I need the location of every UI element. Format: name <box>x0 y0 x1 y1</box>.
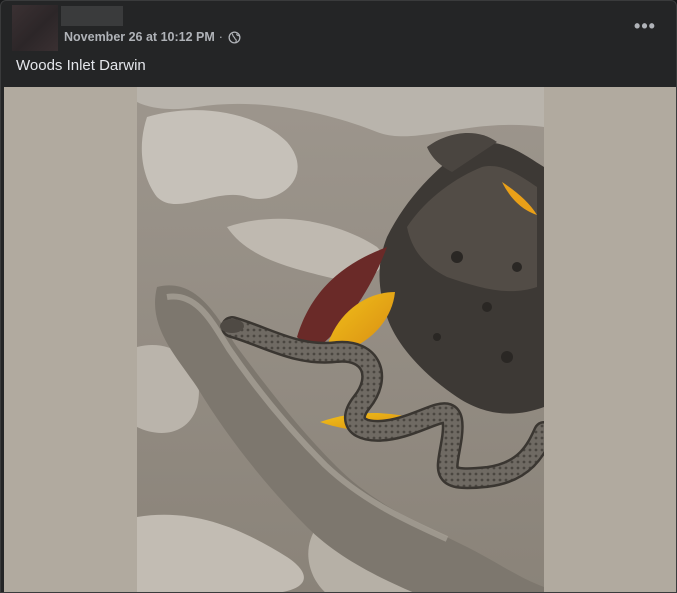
globe-icon[interactable] <box>228 30 241 44</box>
post-meta: November 26 at 10:12 PM · <box>64 30 241 44</box>
meta-separator: · <box>218 30 223 44</box>
post-caption: Woods Inlet Darwin <box>16 57 146 74</box>
post-media <box>4 87 676 593</box>
facebook-post: November 26 at 10:12 PM · ••• Woods Inle… <box>0 0 677 593</box>
avatar[interactable] <box>12 5 58 51</box>
post-photo[interactable] <box>137 87 544 593</box>
more-options-button[interactable]: ••• <box>632 13 658 39</box>
post-header: November 26 at 10:12 PM · ••• <box>1 1 676 53</box>
post-timestamp[interactable]: November 26 at 10:12 PM <box>64 30 215 44</box>
author-name-redacted[interactable] <box>61 6 123 26</box>
